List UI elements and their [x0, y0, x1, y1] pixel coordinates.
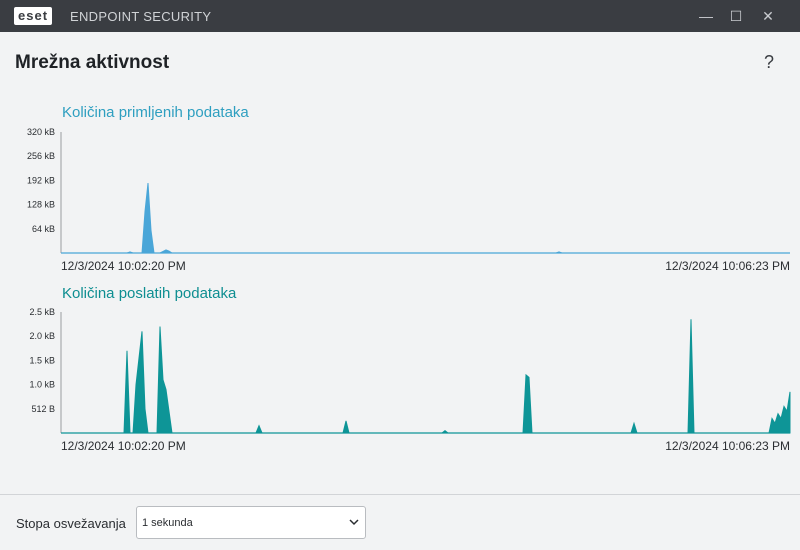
- title-bar: eset ENDPOINT SECURITY — ☐ ✕: [0, 0, 800, 32]
- app-title: ENDPOINT SECURITY: [70, 9, 212, 24]
- received-y-tick-label: 64 kB: [32, 224, 55, 234]
- sent-chart-title: Količina poslatih podataka: [62, 285, 237, 302]
- sent-y-tick-label: 1.0 kB: [29, 380, 55, 390]
- received-chart-title: Količina primljenih podataka: [62, 104, 249, 121]
- refresh-rate-select[interactable]: 1 sekunda: [136, 506, 366, 539]
- received-y-tick-label: 128 kB: [27, 200, 55, 210]
- eset-logo: eset: [14, 7, 53, 25]
- received-x-start-label: 12/3/2024 10:02:20 PM: [61, 259, 186, 273]
- sent-chart: 2.5 kB 2.0 kB 1.5 kB 1.0 kB 512 B 12/3/2024 1…: [29, 307, 791, 453]
- received-series-area: [61, 182, 790, 254]
- received-y-tick-label: 320 kB: [27, 127, 55, 137]
- sent-y-tick-label: 2.0 kB: [29, 331, 55, 341]
- help-icon[interactable]: ?: [764, 52, 774, 73]
- page-title: Mrežna aktivnost: [15, 52, 170, 73]
- sent-series-area: [61, 319, 791, 434]
- sent-x-start-label: 12/3/2024 10:02:20 PM: [61, 439, 186, 453]
- main-content: Mrežna aktivnost ? Količina primljenih p…: [0, 32, 800, 494]
- maximize-icon[interactable]: ☐: [726, 6, 746, 26]
- received-y-tick-label: 192 kB: [27, 175, 55, 185]
- sent-y-tick-label: 512 B: [31, 404, 55, 414]
- refresh-rate-value: 1 sekunda: [142, 517, 193, 529]
- logo-text: eset: [14, 7, 53, 25]
- close-icon[interactable]: ✕: [758, 6, 778, 26]
- refresh-rate-label: Stopa osvežavanja: [16, 516, 126, 531]
- received-y-tick-label: 256 kB: [27, 151, 55, 161]
- minimize-icon[interactable]: —: [696, 6, 716, 26]
- sent-x-end-label: 12/3/2024 10:06:23 PM: [665, 439, 790, 453]
- chevron-down-icon: [349, 519, 359, 526]
- sent-y-tick-label: 2.5 kB: [29, 307, 55, 317]
- received-x-end-label: 12/3/2024 10:06:23 PM: [665, 259, 790, 273]
- received-chart: 320 kB 256 kB 192 kB 128 kB 64 kB 12/3/2024 1…: [27, 127, 790, 273]
- footer: Stopa osvežavanja 1 sekunda: [0, 494, 800, 550]
- sent-y-tick-label: 1.5 kB: [29, 355, 55, 365]
